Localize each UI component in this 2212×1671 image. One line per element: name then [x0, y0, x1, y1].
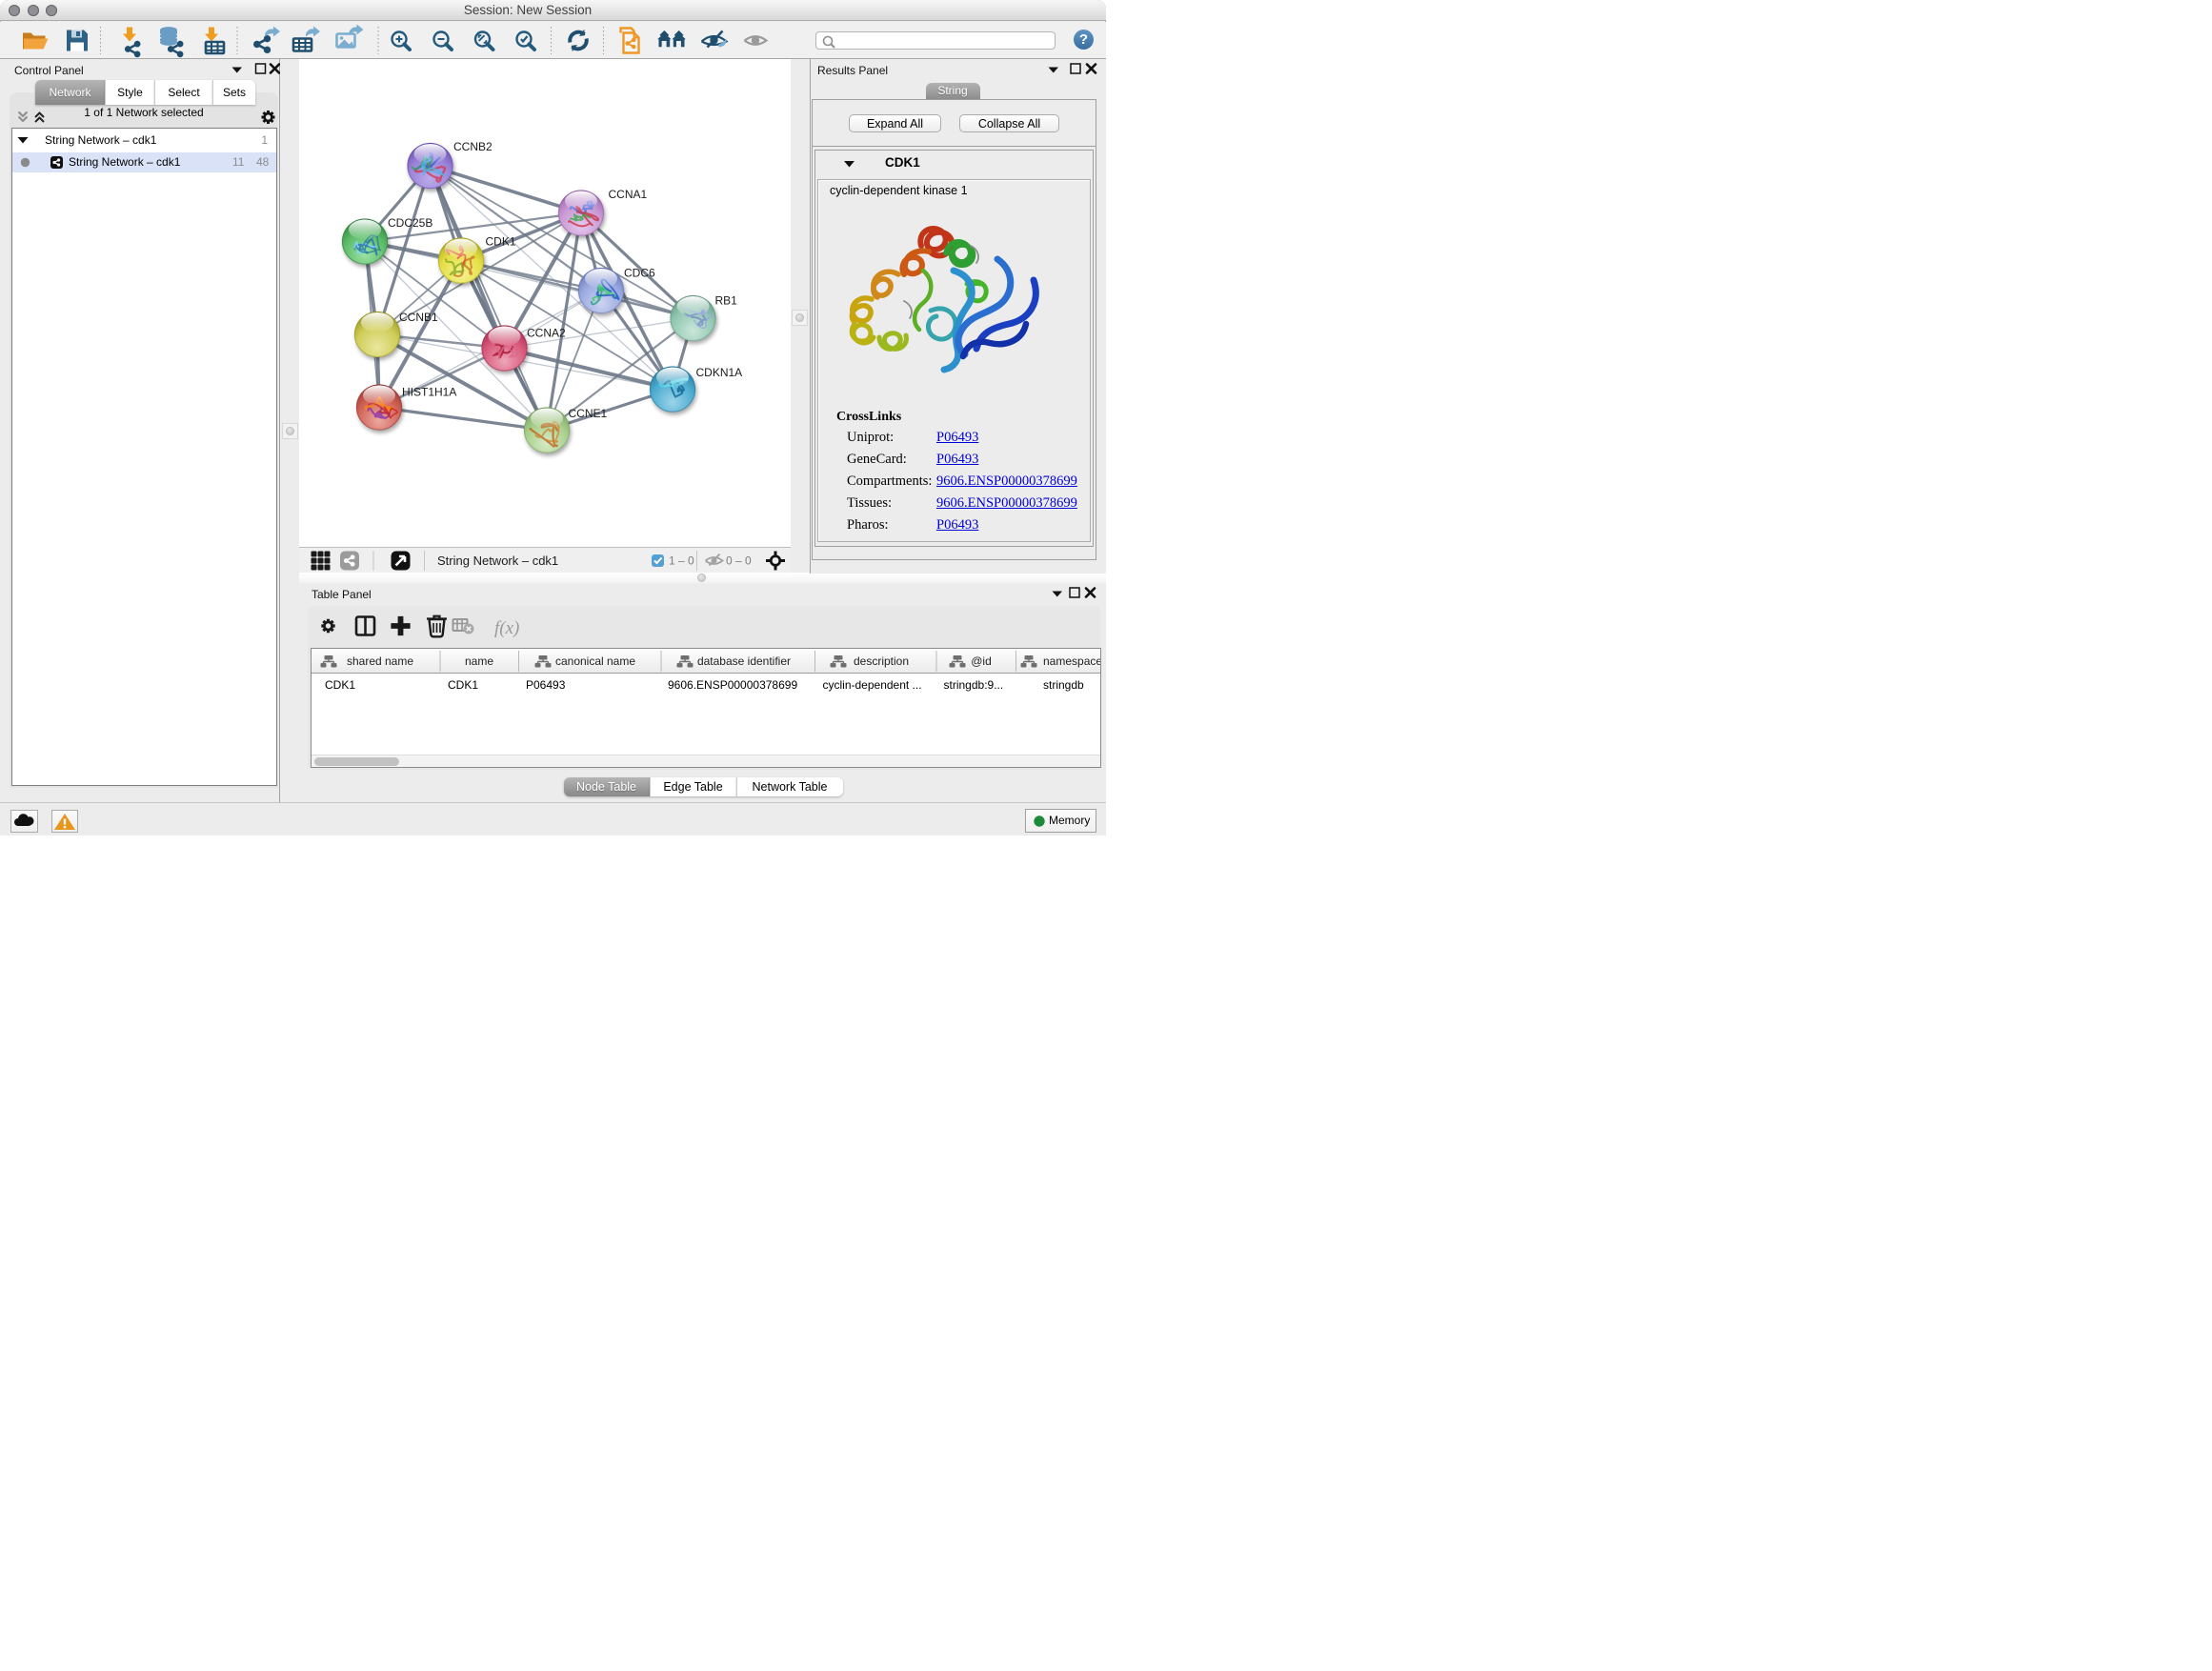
svg-text:CDC25B: CDC25B	[388, 216, 432, 230]
svg-text:description: description	[853, 654, 908, 668]
svg-text:@id: @id	[971, 654, 992, 668]
svg-text:f(x): f(x)	[494, 618, 519, 638]
svg-text:CCNA1: CCNA1	[609, 188, 648, 201]
svg-text:shared name: shared name	[346, 654, 412, 668]
svg-text:CCNE1: CCNE1	[569, 407, 608, 420]
svg-text:canonical name: canonical name	[554, 654, 634, 668]
svg-text:database identifier: database identifier	[696, 654, 790, 668]
svg-text:CCNA2: CCNA2	[527, 327, 566, 340]
svg-text:String Network – cdk1: String Network – cdk1	[437, 554, 558, 568]
svg-text:1 – 0: 1 – 0	[669, 554, 694, 568]
svg-text:CCNB2: CCNB2	[453, 140, 493, 153]
svg-text:HIST1H1A: HIST1H1A	[402, 386, 456, 399]
svg-text:CDC6: CDC6	[624, 267, 655, 280]
svg-text:RB1: RB1	[715, 294, 738, 308]
svg-text:CDK1: CDK1	[486, 235, 516, 249]
svg-text:0 – 0: 0 – 0	[726, 554, 752, 568]
svg-text:name: name	[464, 654, 493, 668]
svg-text:namespace: namespace	[1043, 654, 1100, 668]
svg-text:CDKN1A: CDKN1A	[696, 366, 743, 379]
svg-text:CCNB1: CCNB1	[399, 311, 438, 324]
